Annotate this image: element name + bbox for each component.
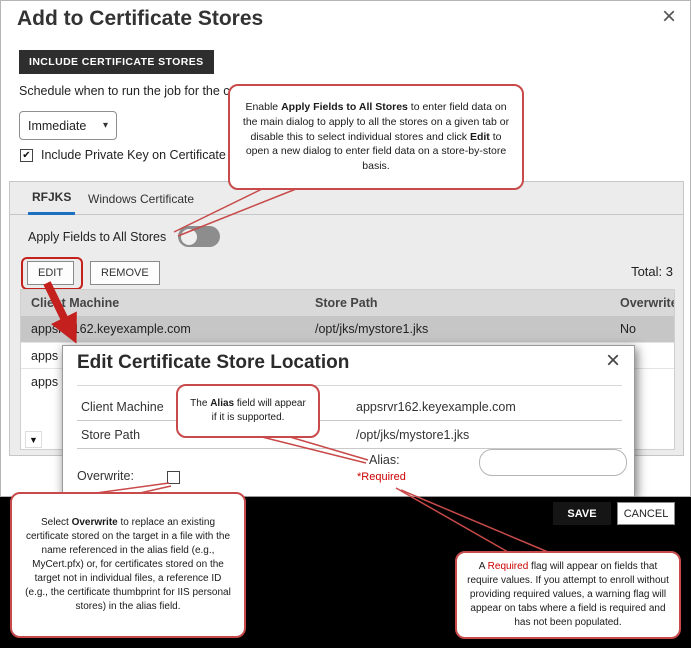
- modal-close-icon[interactable]: ×: [606, 347, 620, 376]
- client-machine-row: Client Machine appsrvr162.keyexample.com: [77, 393, 622, 421]
- table-row[interactable]: appsrvr162.keyexample.com /opt/jks/mysto…: [21, 316, 674, 342]
- apply-fields-label: Apply Fields to All Stores: [28, 230, 166, 244]
- apply-fields-toggle[interactable]: [178, 226, 220, 247]
- edit-button[interactable]: EDIT: [27, 261, 74, 285]
- column-header-client-machine: Client Machine: [21, 296, 305, 310]
- save-button[interactable]: SAVE: [553, 502, 611, 525]
- column-header-overwrite: Overwrite: [610, 296, 674, 310]
- callout-alias: The Alias field will appear if it is sup…: [176, 384, 320, 438]
- callout-required-text: A Required flag will appear on fields th…: [467, 560, 669, 630]
- callout-alias-text: The Alias field will appear if it is sup…: [188, 397, 308, 425]
- client-machine-label: Client Machine: [77, 400, 164, 414]
- screenshot-root: Add to Certificate Stores × INCLUDE CERT…: [0, 0, 691, 648]
- cell-client-machine: appsrvr162.keyexample.com: [21, 322, 305, 336]
- close-icon[interactable]: ×: [662, 3, 676, 32]
- callout-apply-fields: Enable Apply Fields to All Stores to ent…: [228, 84, 524, 190]
- include-certificate-stores-button[interactable]: INCLUDE CERTIFICATE STORES: [19, 50, 214, 74]
- schedule-select[interactable]: Immediate ▾: [19, 111, 117, 140]
- private-key-label: Include Private Key on Certificate Store: [41, 148, 259, 162]
- scroll-down-icon[interactable]: ▼: [25, 431, 42, 448]
- dialog-title: Add to Certificate Stores: [17, 7, 263, 31]
- callout-overwrite-text: Select Overwrite to replace an existing …: [22, 516, 234, 614]
- toggle-knob-icon: [181, 229, 197, 245]
- cell-overwrite: No: [610, 322, 674, 336]
- total-count: Total: 3: [631, 264, 673, 279]
- client-machine-value: appsrvr162.keyexample.com: [356, 400, 516, 414]
- alias-input[interactable]: [479, 449, 627, 476]
- tab-windows-certificate[interactable]: Windows Certificate: [84, 182, 198, 215]
- edit-certificate-store-location-dialog: Edit Certificate Store Location × Client…: [62, 345, 635, 497]
- apply-fields-row: Apply Fields to All Stores: [28, 226, 220, 247]
- table-header-row: Client Machine Store Path Overwrite: [21, 290, 674, 316]
- divider: [77, 385, 622, 386]
- callout-overwrite: Select Overwrite to replace an existing …: [10, 492, 246, 638]
- check-icon: ✔: [22, 150, 30, 161]
- overwrite-checkbox[interactable]: [167, 471, 180, 484]
- required-flag: *Required: [357, 471, 406, 483]
- callout-required: A Required flag will appear on fields th…: [455, 551, 681, 639]
- alias-label: Alias:: [369, 453, 400, 467]
- tab-rfjks[interactable]: RFJKS: [28, 182, 75, 215]
- callout-apply-fields-text: Enable Apply Fields to All Stores to ent…: [240, 100, 512, 173]
- private-key-checkbox[interactable]: ✔: [20, 149, 33, 162]
- store-path-label: Store Path: [77, 428, 140, 442]
- store-path-row: Store Path /opt/jks/mystore1.jks: [77, 421, 622, 449]
- cell-store-path: /opt/jks/mystore1.jks: [305, 322, 610, 336]
- cancel-button[interactable]: CANCEL: [617, 502, 675, 525]
- remove-button[interactable]: REMOVE: [90, 261, 160, 285]
- store-path-value: /opt/jks/mystore1.jks: [356, 428, 469, 442]
- table-actions-row: EDIT REMOVE Total: 3: [26, 260, 673, 288]
- overwrite-label: Overwrite:: [77, 469, 134, 483]
- chevron-down-icon: ▾: [103, 120, 108, 131]
- private-key-row: ✔ Include Private Key on Certificate Sto…: [20, 148, 259, 162]
- schedule-select-value: Immediate: [28, 119, 86, 133]
- column-header-store-path: Store Path: [305, 296, 610, 310]
- modal-title: Edit Certificate Store Location: [77, 352, 349, 374]
